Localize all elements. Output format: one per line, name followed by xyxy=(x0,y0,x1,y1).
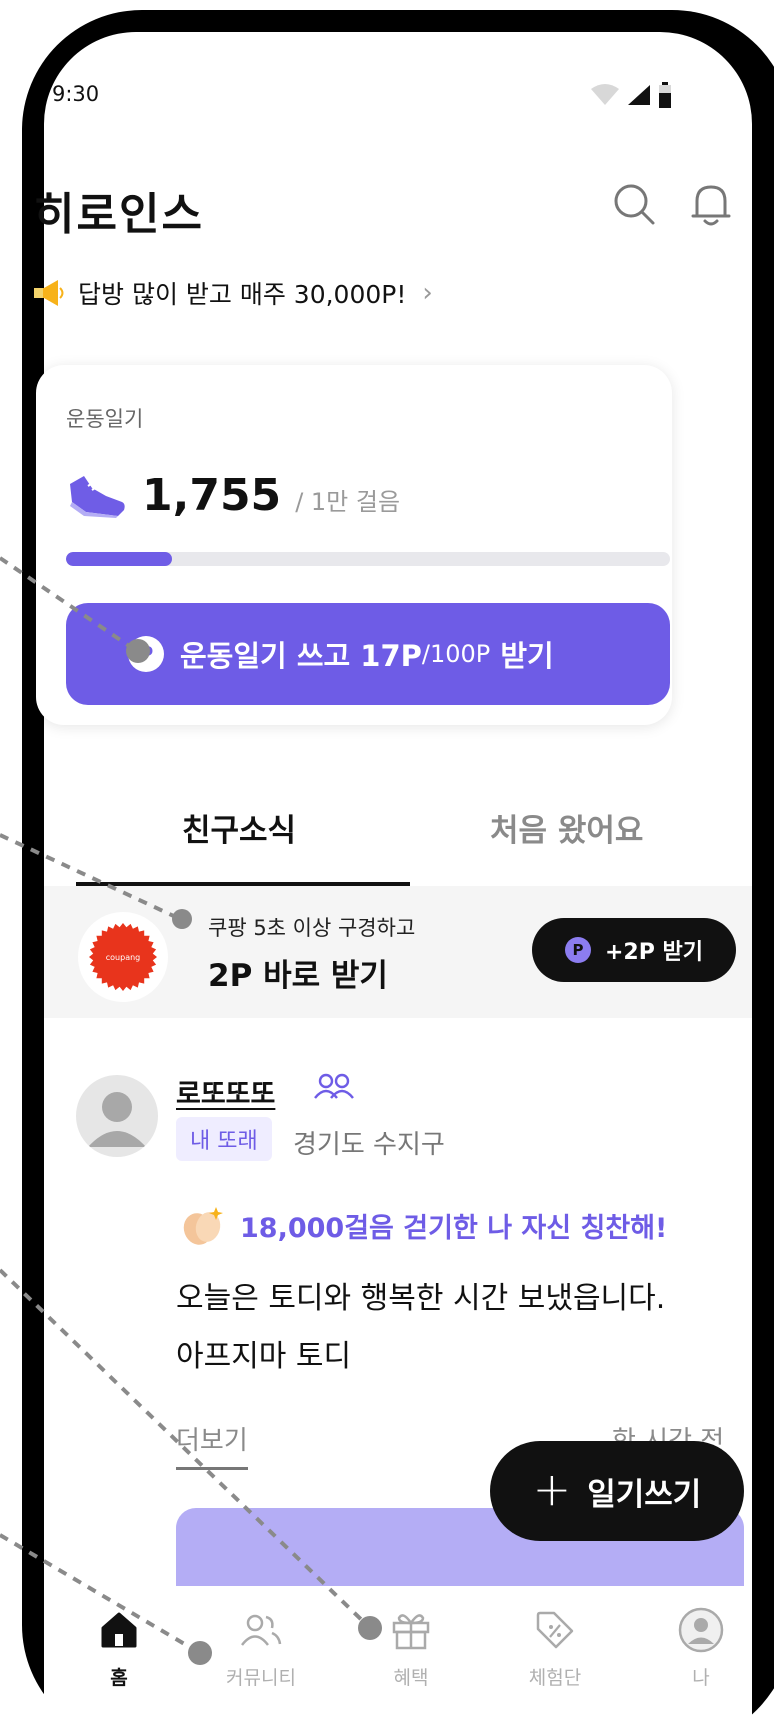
coupang-logo: coupang xyxy=(78,912,168,1002)
card-label: 운동일기 xyxy=(66,407,144,431)
post-location: 경기도 수지구 xyxy=(293,1130,445,1160)
post-body-line: 오늘은 토디와 행복한 시간 보냈읍니다. xyxy=(176,1281,666,1316)
ad-button-label: +2P 받기 xyxy=(604,940,703,965)
profile-icon xyxy=(678,1607,724,1653)
chevron-right-icon: › xyxy=(422,278,433,308)
cta-main-text: 운동일기 쓰고 17P xyxy=(180,639,422,673)
tab-first-visit[interactable]: 처음 왔어요 xyxy=(490,805,643,850)
coupang-logo-text: coupang xyxy=(106,953,141,962)
nav-experience-group[interactable]: 체험단 xyxy=(500,1605,610,1690)
steps-progress-bar xyxy=(66,552,670,566)
write-exercise-diary-button[interactable]: P 운동일기 쓰고 17P /100P 받기 xyxy=(66,603,670,705)
nav-benefits[interactable]: 혜택 xyxy=(356,1605,466,1690)
post-body: 오늘은 토디와 행복한 시간 보냈읍니다. 아프지마 토디 xyxy=(176,1270,665,1386)
battery-icon xyxy=(659,82,671,108)
nav-community[interactable]: 커뮤니티 xyxy=(206,1605,316,1690)
gift-icon xyxy=(392,1614,430,1650)
get-2p-button[interactable]: P +2P 받기 xyxy=(532,918,736,982)
exercise-diary-card: 운동일기 1,755 / 1만 걸음 P 운동일기 쓰고 17P /100P 받… xyxy=(36,365,672,725)
more-link[interactable]: 더보기 xyxy=(176,1420,248,1470)
promo-text: 답방 많이 받고 매주 30,000P! xyxy=(78,280,407,309)
cta-suffix: 받기 xyxy=(490,639,554,673)
steps-count: 1,755 xyxy=(142,470,282,521)
home-icon xyxy=(101,1612,137,1648)
progress-fill xyxy=(66,552,172,566)
coupang-badge-icon: coupang xyxy=(89,923,157,991)
status-time: 9:30 xyxy=(52,82,100,106)
status-icons xyxy=(590,82,672,108)
nav-home[interactable]: 홈 xyxy=(64,1605,174,1690)
bell-icon[interactable] xyxy=(690,182,732,228)
megaphone-icon xyxy=(34,280,64,306)
avatar[interactable] xyxy=(76,1075,158,1157)
write-diary-button[interactable]: + 일기쓰기 xyxy=(490,1441,744,1541)
friends-icon xyxy=(314,1073,354,1099)
post-headline: 18,000걸음 걷기한 나 자신 칭찬해! xyxy=(176,1203,667,1247)
canvas: 9:30 히로인스 답방 많이 받고 매주 30,000P! › 운동일기 1,… xyxy=(0,0,774,1730)
nav-label: 홈 xyxy=(110,1667,128,1689)
default-avatar-icon xyxy=(88,1092,146,1147)
clapping-hands-icon xyxy=(183,1207,223,1245)
ad-line2: 2P 바로 받기 xyxy=(208,958,388,994)
post-body-line: 아프지마 토디 xyxy=(176,1339,352,1374)
community-icon xyxy=(241,1614,282,1646)
post-headline-text: 18,000걸음 걷기한 나 자신 칭찬해! xyxy=(240,1212,668,1244)
app-title: 히로인스 xyxy=(34,189,204,240)
tag-icon xyxy=(536,1611,574,1649)
nav-label: 나 xyxy=(692,1667,710,1689)
sneaker-icon xyxy=(70,475,125,518)
steps-row: 1,755 / 1만 걸음 xyxy=(66,470,400,521)
post-username[interactable]: 로또또또 xyxy=(176,1072,275,1111)
promo-banner[interactable]: 답방 많이 받고 매주 30,000P! › xyxy=(32,275,433,311)
tab-friends-news[interactable]: 친구소식 xyxy=(182,805,296,850)
age-group-tag: 내 또래 xyxy=(176,1117,272,1161)
signal-icon xyxy=(628,85,650,105)
plus-icon: + xyxy=(532,1462,572,1516)
point-icon: P xyxy=(128,636,164,672)
point-icon: P xyxy=(564,937,591,963)
nav-label: 혜택 xyxy=(393,1667,429,1689)
ad-line1: 쿠팡 5초 이상 구경하고 xyxy=(208,916,416,940)
fab-label: 일기쓰기 xyxy=(587,1476,702,1513)
search-icon[interactable] xyxy=(612,182,656,226)
nav-label: 체험단 xyxy=(528,1667,582,1689)
cta-max-points: /100P xyxy=(421,640,491,668)
wifi-icon xyxy=(591,84,619,105)
steps-goal: / 1만 걸음 xyxy=(295,488,401,516)
nav-label: 커뮤니티 xyxy=(226,1667,296,1689)
nav-me[interactable]: 나 xyxy=(646,1605,756,1690)
